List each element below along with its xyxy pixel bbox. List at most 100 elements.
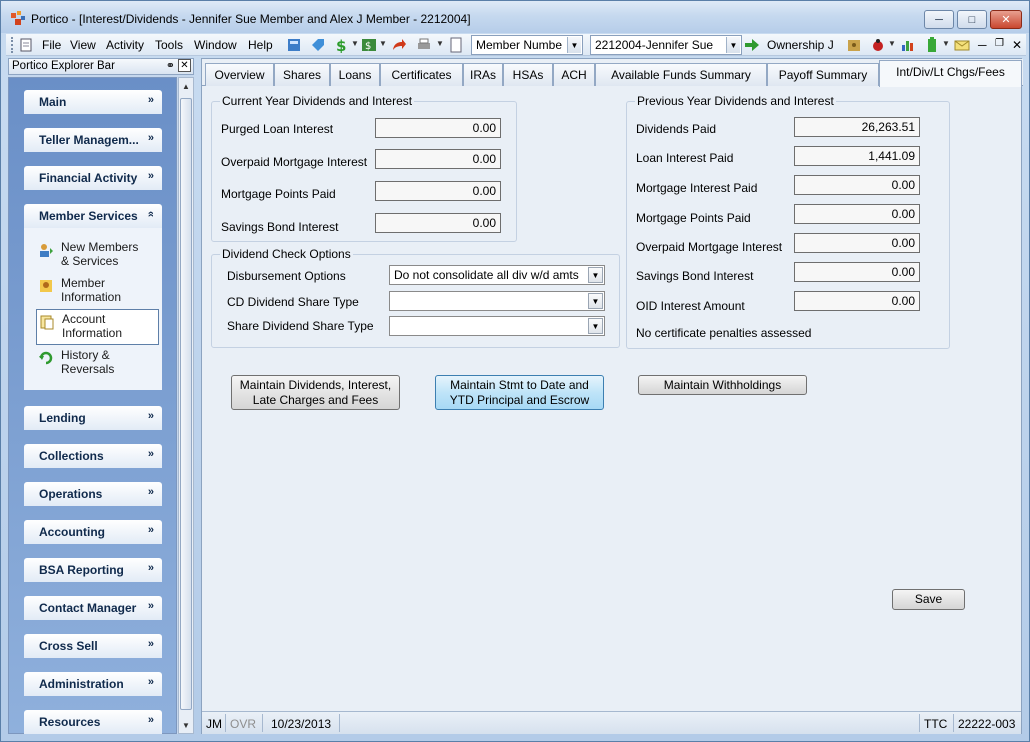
purged-loan-interest-field[interactable]: 0.00 [375, 118, 501, 138]
tag-icon[interactable] [310, 37, 326, 53]
chevron-down-icon[interactable]: ▼ [588, 293, 603, 309]
menu-tools[interactable]: Tools [155, 38, 183, 52]
menu-activity[interactable]: Activity [106, 38, 144, 52]
nav-group-operations[interactable]: Operations » [24, 482, 162, 506]
chevron-down-icon: » [147, 600, 154, 612]
chevron-down-icon[interactable]: ▼ [588, 318, 603, 334]
nav-item-account-information[interactable]: Account Information [36, 309, 159, 345]
tab-label: ACH [561, 68, 587, 82]
prev-savings-bond-interest-field[interactable]: 0.00 [794, 262, 920, 282]
tab-iras[interactable]: IRAs [463, 63, 503, 86]
nav-item-new-members[interactable]: New Members & Services [36, 238, 156, 274]
nav-item-history-reversals[interactable]: History & Reversals [36, 346, 156, 382]
nav-group-resources[interactable]: Resources » [24, 710, 162, 734]
chevron-down-icon[interactable]: ▼ [726, 37, 740, 53]
nav-group-collections[interactable]: Collections » [24, 444, 162, 468]
cash-dropdown-icon[interactable]: ▼ [379, 39, 387, 48]
tab-certificates[interactable]: Certificates [380, 63, 463, 86]
scroll-thumb[interactable] [180, 98, 192, 710]
dollar-dropdown-icon[interactable]: ▼ [351, 39, 359, 48]
mortgage-interest-paid-field[interactable]: 0.00 [794, 175, 920, 195]
scroll-up-icon[interactable]: ▲ [182, 82, 190, 91]
pin-icon[interactable]: ⚭ [166, 59, 175, 72]
nav-group-administration[interactable]: Administration » [24, 672, 162, 696]
battery-dropdown-icon[interactable]: ▼ [942, 39, 950, 48]
mdi-minimize-icon[interactable]: ─ [978, 38, 987, 52]
scroll-down-icon[interactable]: ▼ [182, 721, 190, 730]
nav-group-bsa[interactable]: BSA Reporting » [24, 558, 162, 582]
blank-page-icon[interactable] [448, 37, 464, 53]
oid-interest-amount-field[interactable]: 0.00 [794, 291, 920, 311]
save-button[interactable]: Save [892, 589, 965, 610]
mortgage-points-paid-field[interactable]: 0.00 [375, 181, 501, 201]
maintain-dividends-button[interactable]: Maintain Dividends, Interest, Late Charg… [231, 375, 400, 410]
battery-icon[interactable] [924, 37, 940, 53]
print-icon[interactable] [416, 37, 432, 53]
chevron-down-icon[interactable]: ▼ [567, 37, 581, 53]
tab-available-funds[interactable]: Available Funds Summary [595, 63, 767, 86]
redo-arrow-icon[interactable] [391, 37, 407, 53]
ownership-label[interactable]: Ownership J [767, 38, 834, 52]
nav-group-cross-sell[interactable]: Cross Sell » [24, 634, 162, 658]
dollar-icon[interactable]: $ [333, 37, 349, 53]
go-arrow-icon[interactable] [744, 37, 760, 53]
close-explorer-icon[interactable]: ✕ [178, 59, 191, 72]
dividends-paid-field[interactable]: 26,263.51 [794, 117, 920, 137]
bug-dropdown-icon[interactable]: ▼ [888, 39, 896, 48]
nav-group-financial[interactable]: Financial Activity » [24, 166, 162, 190]
maintain-stmt-button[interactable]: Maintain Stmt to Date and YTD Principal … [435, 375, 604, 410]
cd-dividend-share-type-select[interactable]: ▼ [389, 291, 605, 311]
tab-label: HSAs [512, 68, 544, 82]
nav-group-accounting[interactable]: Accounting » [24, 520, 162, 544]
toolbar-grip[interactable] [11, 37, 14, 53]
cash-drawer-icon[interactable]: $ [361, 37, 377, 53]
safe-icon[interactable] [846, 37, 862, 53]
savings-bond-interest-label: Savings Bond Interest [221, 220, 339, 234]
member-services-panel: New Members & Services Member Informatio… [24, 228, 162, 390]
print-dropdown-icon[interactable]: ▼ [436, 39, 444, 48]
minimize-button[interactable]: ─ [924, 10, 954, 29]
bug-icon[interactable] [870, 37, 886, 53]
overpaid-mortgage-interest-label: Overpaid Mortgage Interest [221, 155, 368, 169]
chevron-down-icon[interactable]: ▼ [588, 267, 603, 283]
tab-int-div-fees[interactable]: Int/Div/Lt Chgs/Fees [879, 60, 1022, 87]
maximize-button[interactable]: □ [957, 10, 987, 29]
menu-help[interactable]: Help [248, 38, 273, 52]
disbursement-options-select[interactable]: Do not consolidate all div w/d amts ▼ [389, 265, 605, 285]
search-type-select[interactable]: Member Numbe ▼ [471, 35, 583, 55]
nav-group-label: Operations [39, 487, 103, 501]
envelope-icon[interactable] [954, 37, 970, 53]
maintain-withholdings-button[interactable]: Maintain Withholdings [638, 375, 807, 395]
menu-file[interactable]: File [42, 38, 61, 52]
tab-loans[interactable]: Loans [330, 63, 380, 86]
tab-payoff-summary[interactable]: Payoff Summary [767, 63, 879, 86]
tab-overview[interactable]: Overview [205, 63, 274, 86]
tab-hsas[interactable]: HSAs [503, 63, 553, 86]
menu-view[interactable]: View [70, 38, 96, 52]
prev-mortgage-points-paid-field[interactable]: 0.00 [794, 204, 920, 224]
nav-item-member-information[interactable]: Member Information [36, 274, 156, 310]
nav-group-member-services[interactable]: Member Services » [24, 204, 162, 228]
document-icon[interactable] [18, 37, 34, 53]
overpaid-mortgage-interest-field[interactable]: 0.00 [375, 149, 501, 169]
nav-group-lending[interactable]: Lending » [24, 406, 162, 430]
menu-window[interactable]: Window [194, 38, 237, 52]
explorer-scrollbar[interactable]: ▲ ▼ [178, 77, 194, 734]
close-button[interactable]: ✕ [990, 10, 1022, 29]
nav-group-main[interactable]: Main » [24, 90, 162, 114]
member-select[interactable]: 2212004-Jennifer Sue ▼ [590, 35, 742, 55]
tab-shares[interactable]: Shares [274, 63, 330, 86]
prev-overpaid-mortgage-interest-field[interactable]: 0.00 [794, 233, 920, 253]
mdi-close-icon[interactable]: ✕ [1012, 38, 1022, 52]
nav-group-contact-manager[interactable]: Contact Manager » [24, 596, 162, 620]
share-dividend-share-type-select[interactable]: ▼ [389, 316, 605, 336]
nav-group-teller[interactable]: Teller Managem... » [24, 128, 162, 152]
bar-chart-icon[interactable] [900, 37, 916, 53]
tab-ach[interactable]: ACH [553, 63, 595, 86]
savings-bond-interest-field[interactable]: 0.00 [375, 213, 501, 233]
loan-interest-paid-field[interactable]: 1,441.09 [794, 146, 920, 166]
mdi-restore-icon[interactable]: ❐ [995, 38, 1004, 49]
title-bar: Portico - [Interest/Dividends - Jennifer… [1, 1, 1029, 33]
calculator-icon[interactable] [286, 37, 302, 53]
menu-toolbar: File View Activity Tools Window Help $ ▼… [6, 34, 1026, 56]
